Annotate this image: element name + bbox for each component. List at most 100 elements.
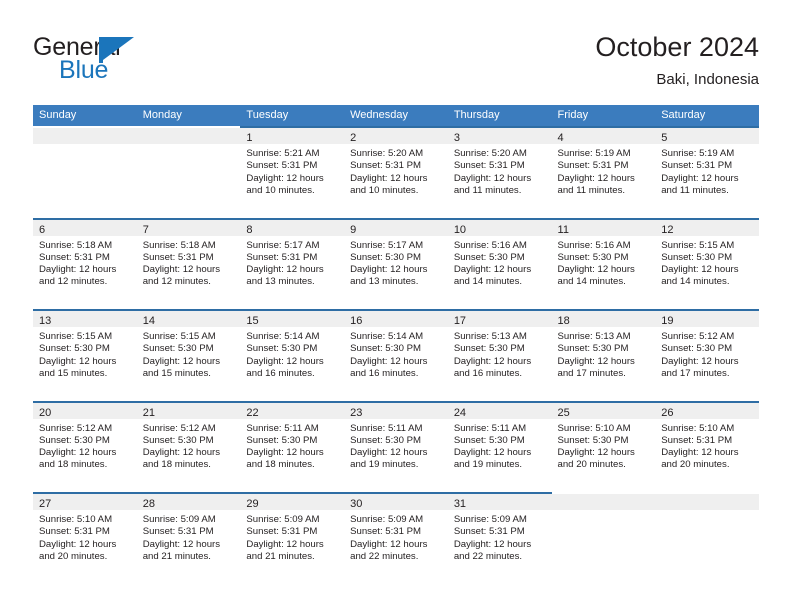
day-detail-line: and 13 minutes. bbox=[350, 276, 419, 288]
day-detail-line: and 14 minutes. bbox=[453, 276, 523, 288]
day-number: 6 bbox=[39, 223, 46, 236]
calendar-day-cell[interactable]: 16 Sunrise: 5:14 AM Sunset: 5:30 PM Dayligh… bbox=[344, 309, 448, 401]
day-detail-line: Sunset: 5:31 PM bbox=[350, 526, 422, 538]
calendar-day-cell[interactable]: 20 Sunrise: 5:12 AM Sunset: 5:30 PM Dayligh… bbox=[33, 400, 137, 492]
calendar-day-cell[interactable]: 31 Sunrise: 5:09 AM Sunset: 5:31 PM Dayligh… bbox=[447, 492, 552, 584]
weekday-header-monday: Monday bbox=[142, 109, 182, 121]
calendar-day-cell[interactable]: 3 Sunrise: 5:20 AM Sunset: 5:31 PM Daylight… bbox=[447, 126, 552, 218]
day-details bbox=[137, 144, 241, 148]
calendar-day-cell[interactable]: 23 Sunrise: 5:11 AM Sunset: 5:30 PM Dayligh… bbox=[344, 400, 448, 492]
calendar-day-cell[interactable]: 19 Sunrise: 5:12 AM Sunset: 5:30 PM Dayligh… bbox=[655, 309, 759, 401]
day-number-band: 31 bbox=[447, 494, 552, 510]
day-details bbox=[33, 144, 137, 148]
day-detail-line: Sunrise: 5:12 AM bbox=[142, 422, 216, 434]
day-details: Sunrise: 5:13 AM Sunset: 5:30 PM Daylight:… bbox=[552, 327, 656, 380]
day-details: Sunrise: 5:11 AM Sunset: 5:30 PM Daylight:… bbox=[240, 419, 344, 472]
day-detail-line: Daylight: 12 hours bbox=[39, 264, 117, 276]
day-detail-line: Sunset: 5:30 PM bbox=[39, 434, 110, 446]
calendar-day-cell[interactable]: 5 Sunrise: 5:19 AM Sunset: 5:31 PM Daylight… bbox=[655, 126, 759, 218]
day-detail-line: and 22 minutes. bbox=[453, 550, 523, 562]
day-number-band: 14 bbox=[136, 311, 241, 327]
day-details: Sunrise: 5:09 AM Sunset: 5:31 PM Daylight:… bbox=[137, 510, 241, 563]
day-number-band bbox=[136, 128, 241, 144]
day-detail-line: Daylight: 12 hours bbox=[453, 355, 532, 367]
day-detail-line: Sunset: 5:30 PM bbox=[350, 251, 422, 263]
calendar-day-cell[interactable]: 9 Sunrise: 5:17 AM Sunset: 5:30 PM Daylight… bbox=[344, 217, 448, 309]
day-detail-line: and 15 minutes. bbox=[142, 367, 211, 379]
weekday-header-friday: Friday bbox=[557, 109, 589, 121]
day-detail-line: Daylight: 12 hours bbox=[246, 447, 324, 459]
day-details: Sunrise: 5:19 AM Sunset: 5:31 PM Daylight:… bbox=[655, 144, 759, 197]
day-detail-line: and 11 minutes. bbox=[557, 184, 626, 196]
day-detail-line: Sunset: 5:30 PM bbox=[557, 434, 629, 446]
calendar-day-cell[interactable]: 25 Sunrise: 5:10 AM Sunset: 5:30 PM Dayligh… bbox=[551, 400, 656, 492]
calendar-day-cell[interactable]: 7 Sunrise: 5:18 AM Sunset: 5:31 PM Daylight… bbox=[136, 217, 241, 309]
day-detail-line: Sunset: 5:30 PM bbox=[557, 251, 629, 263]
calendar-day-cell[interactable]: 24 Sunrise: 5:11 AM Sunset: 5:30 PM Dayligh… bbox=[447, 400, 552, 492]
day-number: 28 bbox=[142, 498, 155, 510]
calendar-day-cell[interactable]: 11 Sunrise: 5:16 AM Sunset: 5:30 PM Dayligh… bbox=[551, 217, 656, 309]
day-detail-line: Daylight: 12 hours bbox=[350, 172, 428, 184]
calendar-day-cell[interactable]: 18 Sunrise: 5:13 AM Sunset: 5:30 PM Dayligh… bbox=[551, 309, 656, 401]
page-title: October 2024 bbox=[595, 32, 759, 62]
day-details: Sunrise: 5:10 AM Sunset: 5:30 PM Daylight:… bbox=[552, 419, 656, 472]
calendar-day-cell[interactable]: 14 Sunrise: 5:15 AM Sunset: 5:30 PM Dayligh… bbox=[136, 309, 241, 401]
calendar-day-cell[interactable]: 22 Sunrise: 5:11 AM Sunset: 5:30 PM Dayligh… bbox=[240, 400, 345, 492]
day-detail-line: Sunrise: 5:16 AM bbox=[453, 239, 527, 251]
day-detail-line: and 17 minutes. bbox=[661, 367, 730, 379]
weekday-header-tuesday: Tuesday bbox=[246, 109, 289, 121]
day-detail-line: and 16 minutes. bbox=[453, 367, 523, 379]
day-number-band: 11 bbox=[551, 219, 656, 236]
day-number: 11 bbox=[557, 223, 569, 236]
day-number-band: 2 bbox=[344, 128, 448, 144]
calendar-day-cell[interactable]: 12 Sunrise: 5:15 AM Sunset: 5:30 PM Dayligh… bbox=[655, 217, 759, 309]
day-detail-line: Sunset: 5:31 PM bbox=[453, 160, 525, 172]
day-number: 10 bbox=[453, 223, 467, 236]
day-detail-line: Sunrise: 5:09 AM bbox=[142, 514, 216, 525]
day-detail-line: and 14 minutes. bbox=[661, 276, 730, 288]
day-detail-line: Sunrise: 5:10 AM bbox=[557, 422, 631, 434]
day-detail-line: Sunrise: 5:13 AM bbox=[557, 331, 631, 342]
calendar-day-cell[interactable]: 10 Sunrise: 5:16 AM Sunset: 5:30 PM Dayligh… bbox=[447, 217, 552, 309]
calendar-day-cell[interactable]: 2 Sunrise: 5:20 AM Sunset: 5:31 PM Daylight… bbox=[344, 126, 448, 218]
calendar-day-cell[interactable]: 29 Sunrise: 5:09 AM Sunset: 5:31 PM Dayligh… bbox=[240, 492, 345, 584]
day-detail-line: Sunset: 5:31 PM bbox=[557, 160, 629, 172]
calendar-day-cell[interactable]: 4 Sunrise: 5:19 AM Sunset: 5:31 PM Daylight… bbox=[551, 126, 656, 218]
calendar-day-cell[interactable]: 13 Sunrise: 5:15 AM Sunset: 5:30 PM Dayligh… bbox=[33, 309, 137, 401]
day-detail-line: Sunrise: 5:16 AM bbox=[557, 239, 631, 251]
day-details: Sunrise: 5:12 AM Sunset: 5:30 PM Daylight:… bbox=[655, 327, 759, 380]
calendar-day-cell-empty bbox=[551, 492, 656, 584]
brand-logo[interactable]: General Blue bbox=[33, 33, 263, 89]
day-number-band: 15 bbox=[240, 311, 345, 327]
day-number-band: 12 bbox=[655, 219, 759, 236]
calendar-week-row: 13 Sunrise: 5:15 AM Sunset: 5:30 PM Dayligh… bbox=[33, 309, 759, 401]
day-detail-line: Daylight: 12 hours bbox=[246, 538, 324, 550]
day-detail-line: and 20 minutes. bbox=[39, 550, 108, 562]
calendar-day-cell[interactable]: 1 Sunrise: 5:21 AM Sunset: 5:31 PM Daylight… bbox=[240, 126, 345, 218]
day-detail-line: Sunrise: 5:12 AM bbox=[39, 422, 113, 434]
day-details: Sunrise: 5:16 AM Sunset: 5:30 PM Daylight:… bbox=[448, 236, 552, 289]
calendar-day-cell[interactable]: 15 Sunrise: 5:14 AM Sunset: 5:30 PM Dayligh… bbox=[240, 309, 345, 401]
day-detail-line: Sunrise: 5:17 AM bbox=[350, 239, 424, 251]
calendar-day-cell[interactable]: 17 Sunrise: 5:13 AM Sunset: 5:30 PM Dayligh… bbox=[447, 309, 552, 401]
calendar-day-cell[interactable]: 26 Sunrise: 5:10 AM Sunset: 5:31 PM Dayligh… bbox=[655, 400, 759, 492]
calendar-day-cell[interactable]: 8 Sunrise: 5:17 AM Sunset: 5:31 PM Daylight… bbox=[240, 217, 345, 309]
day-detail-line: Sunset: 5:30 PM bbox=[142, 343, 214, 355]
day-detail-line: Sunrise: 5:19 AM bbox=[661, 148, 735, 159]
day-details: Sunrise: 5:16 AM Sunset: 5:30 PM Daylight:… bbox=[552, 236, 656, 289]
calendar-day-cell[interactable]: 27 Sunrise: 5:10 AM Sunset: 5:31 PM Dayligh… bbox=[33, 492, 137, 584]
calendar-day-cell[interactable]: 30 Sunrise: 5:09 AM Sunset: 5:31 PM Dayligh… bbox=[344, 492, 448, 584]
calendar-day-cell[interactable]: 6 Sunrise: 5:18 AM Sunset: 5:31 PM Daylight… bbox=[33, 217, 137, 309]
day-detail-line: Daylight: 12 hours bbox=[557, 355, 635, 367]
weekday-header-row: Sunday Monday Tuesday Wednesday Thursday Frid… bbox=[33, 105, 759, 126]
day-number-band: 30 bbox=[344, 494, 448, 510]
day-details: Sunrise: 5:14 AM Sunset: 5:30 PM Daylight:… bbox=[240, 327, 344, 380]
day-number-band: 28 bbox=[136, 494, 241, 510]
day-detail-line: and 10 minutes. bbox=[246, 184, 315, 196]
day-detail-line: and 18 minutes. bbox=[142, 459, 211, 471]
calendar-day-cell[interactable]: 28 Sunrise: 5:09 AM Sunset: 5:31 PM Dayligh… bbox=[136, 492, 241, 584]
calendar-day-cell[interactable]: 21 Sunrise: 5:12 AM Sunset: 5:30 PM Dayligh… bbox=[136, 400, 241, 492]
day-detail-line: Sunset: 5:31 PM bbox=[453, 526, 525, 538]
day-number-band: 17 bbox=[447, 311, 552, 327]
day-details: Sunrise: 5:20 AM Sunset: 5:31 PM Daylight:… bbox=[344, 144, 448, 197]
